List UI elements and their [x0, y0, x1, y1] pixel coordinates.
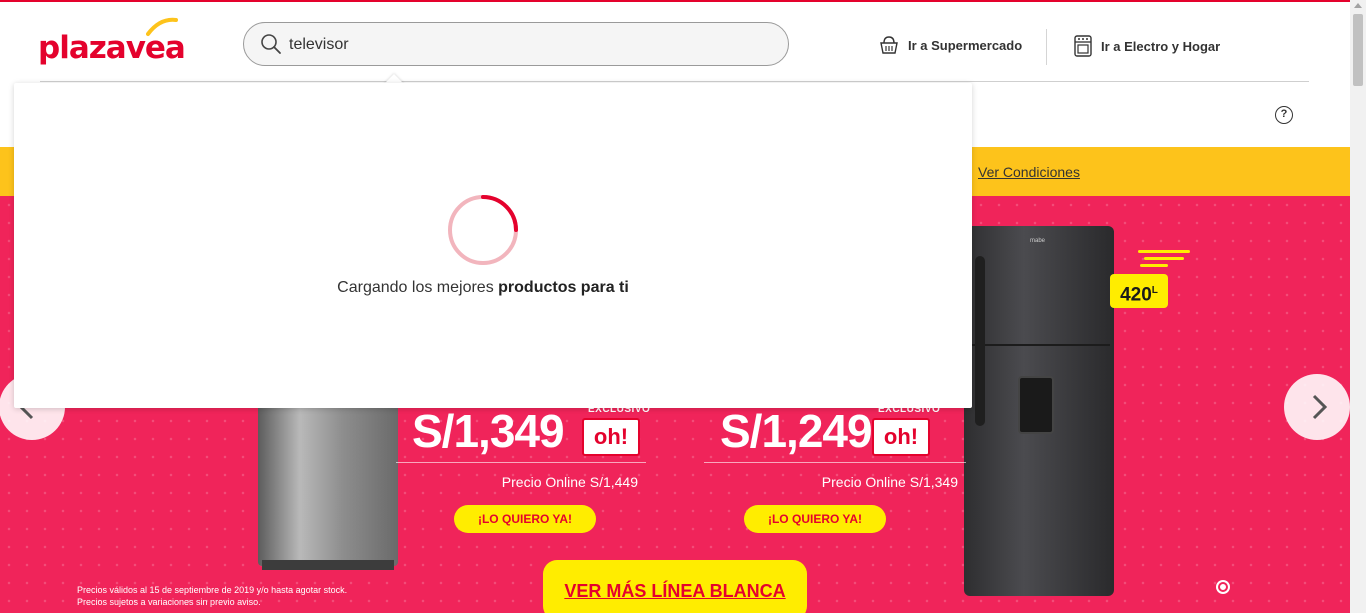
page: plazavea Ir a Supermercado	[0, 0, 1366, 613]
lo-quiero-ya-button[interactable]: ¡LO QUIERO YA!	[454, 505, 596, 533]
loading-text-plain: Cargando los mejores	[337, 279, 499, 296]
help-icon[interactable]: ?	[1275, 106, 1293, 124]
chevron-right-icon	[1312, 394, 1328, 420]
search-suggestions-dropdown: Cargando los mejores productos para ti	[14, 83, 972, 408]
capacity-unit: L	[1151, 285, 1158, 296]
decorative-lines	[1138, 250, 1190, 267]
logo-swoosh-icon	[146, 17, 178, 36]
fridge-image-left	[258, 386, 398, 566]
page-scrollbar[interactable]	[1350, 0, 1366, 613]
oh-card-badge: oh!	[582, 418, 640, 456]
supermercado-link[interactable]: Ir a Supermercado	[878, 35, 1022, 55]
carousel-indicator-dot[interactable]	[1218, 582, 1228, 592]
ver-mas-linea-blanca-button[interactable]: VER MÁS LÍNEA BLANCA	[543, 560, 807, 613]
price-divider	[396, 462, 646, 463]
header-divider	[40, 81, 1309, 82]
capacity-badge: 420L	[1110, 274, 1168, 308]
fridge-brand-label: mabe	[1030, 238, 1046, 244]
legal-line-1: Precios válidos al 15 de septiembre de 2…	[77, 585, 348, 595]
price-divider	[704, 462, 966, 463]
capacity-value: 420	[1120, 284, 1152, 306]
electro-hogar-link[interactable]: Ir a Electro y Hogar	[1073, 35, 1220, 57]
online-price: Precio Online S/1,449	[501, 474, 638, 490]
scroll-up-icon[interactable]	[1354, 3, 1362, 8]
online-price: Precio Online S/1,349	[821, 474, 958, 490]
stove-icon	[1074, 35, 1092, 57]
nav-divider	[1046, 29, 1047, 65]
plazavea-logo[interactable]: plazavea	[38, 16, 186, 66]
carousel-next-button[interactable]	[1284, 374, 1350, 440]
search-bar	[243, 22, 789, 66]
fridge-handle	[975, 256, 985, 426]
fridge-base-left	[262, 560, 394, 570]
loading-text-bold: productos para ti	[498, 279, 629, 296]
oh-card-badge: oh!	[872, 418, 930, 456]
electro-hogar-link-label: Ir a Electro y Hogar	[1101, 38, 1221, 54]
lo-quiero-ya-button[interactable]: ¡LO QUIERO YA!	[744, 505, 886, 533]
offer-price: S/1,349	[412, 405, 565, 457]
scrollbar-thumb[interactable]	[1353, 14, 1363, 86]
legal-line-2: Precios sujetos a variaciones sin previo…	[77, 597, 261, 607]
fridge-door-split	[968, 344, 1110, 346]
loading-message: Cargando los mejores productos para ti	[14, 279, 952, 297]
loading-spinner-icon	[448, 195, 518, 265]
search-icon[interactable]	[260, 33, 282, 55]
legal-disclaimer: Precios válidos al 15 de septiembre de 2…	[77, 584, 347, 608]
offer-price: S/1,249	[720, 405, 873, 457]
basket-icon	[880, 36, 898, 54]
supermercado-link-label: Ir a Supermercado	[908, 37, 1023, 53]
fridge-water-dispenser	[1018, 376, 1054, 434]
search-input[interactable]	[289, 34, 769, 56]
ver-condiciones-link[interactable]: Ver Condiciones	[978, 164, 1080, 180]
